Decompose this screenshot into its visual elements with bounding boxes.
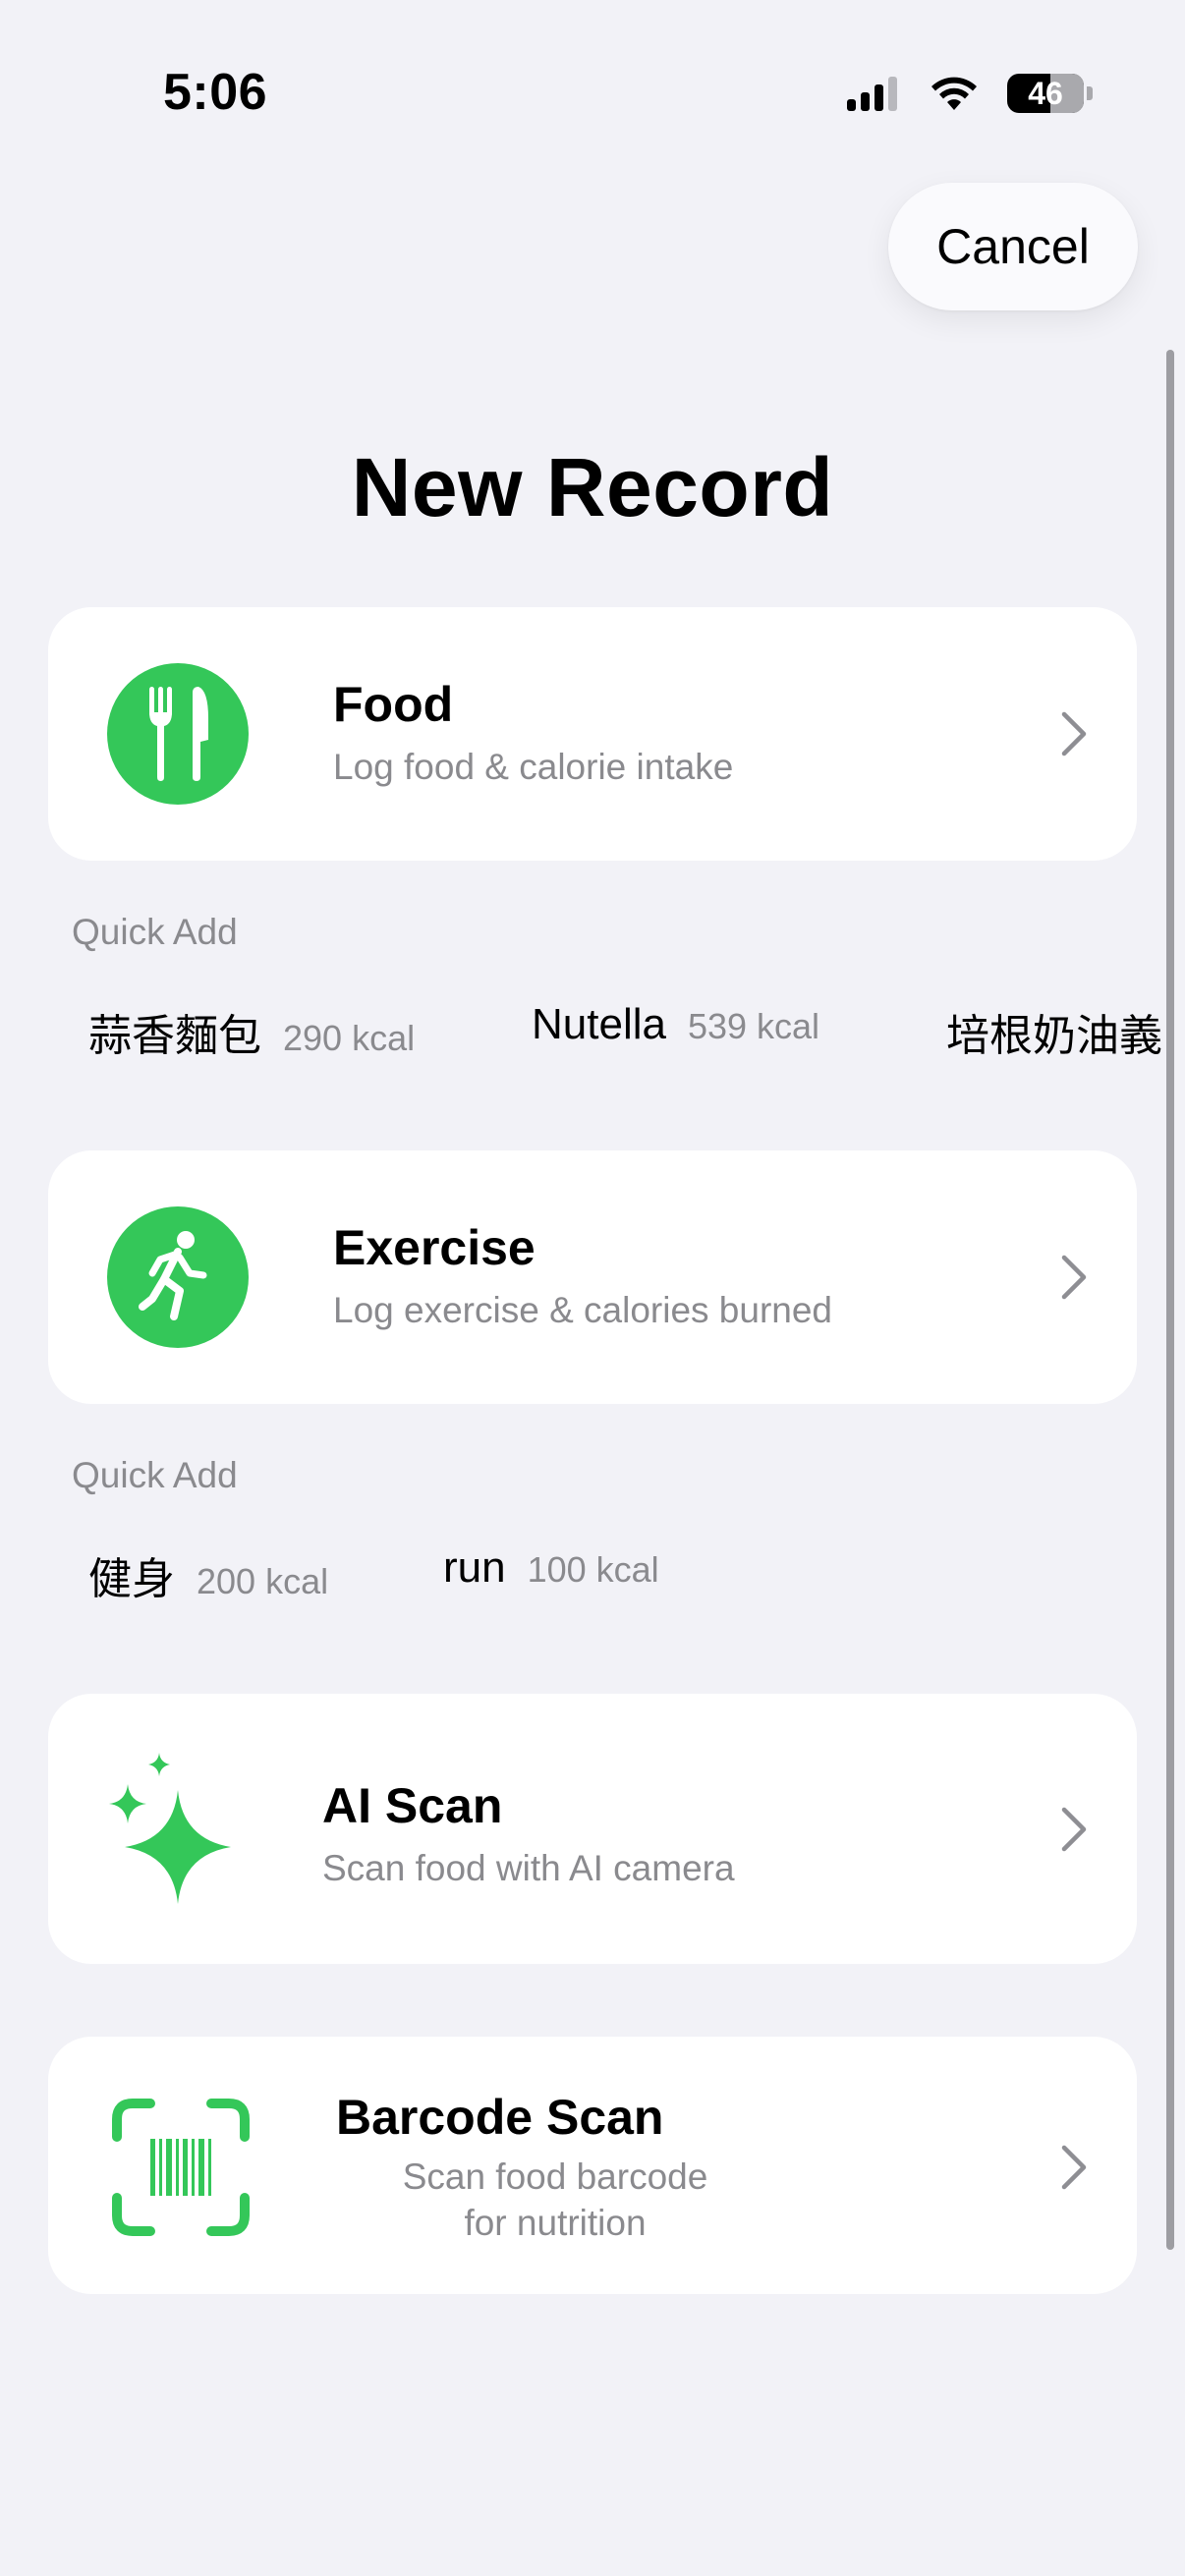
barcode-scan-subtitle-line2: for nutrition [464, 2203, 647, 2243]
wifi-icon [931, 77, 977, 110]
food-title: Food [333, 677, 454, 732]
status-indicators: 46 [847, 69, 1093, 118]
cellular-signal-icon [847, 76, 897, 111]
quick-add-item[interactable]: run 100 kcal [443, 1543, 659, 1593]
quick-add-item[interactable]: 健身 200 kcal [88, 1543, 328, 1606]
quick-add-item-kcal: 200 kcal [197, 1561, 329, 1601]
barcode-scan-subtitle-line1: Scan food barcode [402, 2156, 708, 2197]
ai-scan-subtitle: Scan food with AI camera [322, 1848, 735, 1888]
exercise-quick-add-row[interactable]: 健身 200 kcal run 100 kcal [0, 1543, 1185, 1612]
exercise-card[interactable]: Exercise Log exercise & calories burned [48, 1150, 1137, 1404]
quick-add-item-name: Nutella [532, 1000, 666, 1048]
chevron-right-icon [1061, 1255, 1087, 1300]
exercise-subtitle: Log exercise & calories burned [333, 1290, 833, 1330]
chevron-right-icon [1061, 1807, 1087, 1852]
chevron-right-icon [1061, 711, 1087, 756]
food-quick-add-label: Quick Add [72, 912, 238, 952]
exercise-title: Exercise [333, 1220, 536, 1275]
quick-add-item-name: 蒜香麵包 [88, 1012, 261, 1060]
quick-add-item-kcal: 290 kcal [283, 1018, 416, 1058]
food-quick-add-row[interactable]: 蒜香麵包 290 kcal Nutella 539 kcal 培根奶油義 [0, 1000, 1185, 1069]
cancel-button[interactable]: Cancel [888, 183, 1138, 310]
barcode-scan-title: Barcode Scan [336, 2090, 664, 2145]
battery-tip [1087, 86, 1093, 100]
chevron-right-icon [1061, 2145, 1087, 2190]
quick-add-item[interactable]: Nutella 539 kcal [532, 1000, 819, 1049]
page-title: New Record [351, 441, 834, 533]
status-time: 5:06 [163, 64, 268, 121]
barcode-scan-card[interactable]: Barcode Scan Scan food barcode for nutri… [48, 2037, 1137, 2294]
ai-scan-title: AI Scan [322, 1778, 503, 1833]
exercise-quick-add-label: Quick Add [72, 1455, 238, 1495]
food-card[interactable]: Food Log food & calorie intake [48, 607, 1137, 861]
quick-add-item[interactable]: 蒜香麵包 290 kcal [88, 1000, 415, 1063]
quick-add-item-kcal: 539 kcal [687, 1006, 820, 1046]
battery-level: 46 [1028, 75, 1063, 111]
ai-scan-card[interactable]: AI Scan Scan food with AI camera [48, 1694, 1137, 1964]
running-person-icon [107, 1206, 249, 1348]
quick-add-item[interactable]: 培根奶油義 [946, 1000, 1184, 1063]
quick-add-item-name: run [443, 1543, 506, 1592]
new-record-screen: 5:06 46 Cancel New Record Food Log food … [0, 0, 1185, 2576]
quick-add-item-kcal: 100 kcal [527, 1549, 659, 1590]
food-subtitle: Log food & calorie intake [333, 747, 734, 787]
sparkles-icon [109, 1753, 231, 1904]
quick-add-item-name: 健身 [88, 1555, 175, 1603]
battery-icon: 46 [1007, 74, 1084, 113]
scrollbar[interactable] [1166, 350, 1174, 2250]
fork-knife-icon [107, 663, 249, 805]
barcode-viewfinder-icon [112, 2099, 250, 2236]
quick-add-item-name: 培根奶油義 [946, 1012, 1162, 1060]
